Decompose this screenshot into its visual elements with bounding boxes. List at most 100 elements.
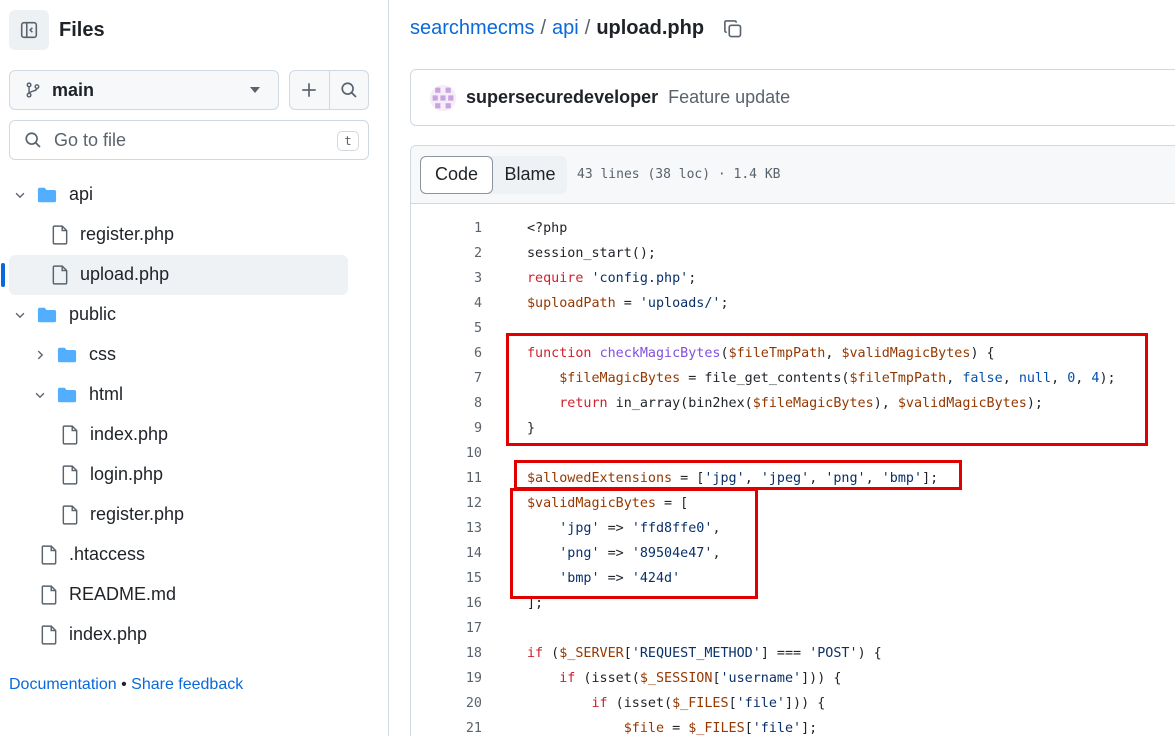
tree-file[interactable]: index.php (0, 615, 389, 655)
tree-item-label: register.php (80, 224, 175, 244)
tab-blame[interactable]: Blame (493, 156, 567, 194)
line-number[interactable]: 9 (411, 421, 482, 436)
code-text: if (isset($_SESSION['username'])) { (559, 671, 842, 686)
tree-folder[interactable]: public (0, 295, 389, 335)
code-text: return in_array(bin2hex($fileMagicBytes)… (559, 396, 1043, 411)
commit-message-link[interactable]: Feature update (668, 87, 790, 108)
code-line: 13 'jpg' => 'ffd8ffe0', (411, 516, 1175, 541)
line-number[interactable]: 2 (411, 246, 482, 261)
line-number[interactable]: 1 (411, 221, 482, 236)
line-number[interactable]: 20 (411, 696, 482, 711)
code-text: 'png' => '89504e47', (559, 546, 721, 561)
share-feedback-link[interactable]: Share feedback (131, 676, 243, 693)
code-line: 5 (411, 316, 1175, 341)
file-icon (39, 585, 59, 605)
chevron-down-icon (250, 87, 260, 93)
line-number[interactable]: 10 (411, 446, 482, 461)
code-line: 12 $validMagicBytes = [ (411, 491, 1175, 516)
tree-file[interactable]: register.php (0, 495, 389, 535)
tree-folder[interactable]: css (0, 335, 389, 375)
file-icon (39, 545, 59, 565)
code-line: 18 if ($_SERVER['REQUEST_METHOD'] === 'PO… (411, 641, 1175, 666)
code-line: 14 'png' => '89504e47', (411, 541, 1175, 566)
tree-file[interactable]: login.php (0, 455, 389, 495)
file-icon (60, 465, 80, 485)
code-line: 3 require 'config.php'; (411, 266, 1175, 291)
line-number[interactable]: 6 (411, 346, 482, 361)
tree-item-label: api (69, 184, 94, 204)
chevron-right-icon[interactable] (32, 347, 48, 363)
code-text: if ($_SERVER['REQUEST_METHOD'] === 'POST… (527, 646, 882, 661)
folder-icon (57, 385, 77, 405)
code-line: 10 (411, 441, 1175, 466)
chevron-down-icon[interactable] (32, 387, 48, 403)
code-line: 20 if (isset($_FILES['file'])) { (411, 691, 1175, 716)
tree-item-label: login.php (90, 464, 164, 484)
file-sidebar: Files main Go to file t api register.php u… (0, 0, 389, 736)
breadcrumb-folder-link[interactable]: api (552, 17, 579, 40)
copy-path-button[interactable] (722, 18, 744, 40)
file-icon (60, 505, 80, 525)
documentation-link[interactable]: Documentation (9, 676, 117, 693)
line-number[interactable]: 18 (411, 646, 482, 661)
footer-bullet: • (121, 676, 127, 693)
line-number[interactable]: 19 (411, 671, 482, 686)
code-line: 7 $fileMagicBytes = file_get_contents($f… (411, 366, 1175, 391)
code-text: if (isset($_FILES['file'])) { (591, 696, 826, 711)
breadcrumb-separator: / (584, 17, 591, 39)
line-number[interactable]: 8 (411, 396, 482, 411)
code-line: 8 return in_array(bin2hex($fileMagicByte… (411, 391, 1175, 416)
tree-file[interactable]: README.md (0, 575, 389, 615)
tree-item-label: .htaccess (69, 544, 146, 564)
search-code-button[interactable] (328, 71, 368, 109)
line-number[interactable]: 3 (411, 271, 482, 286)
code-line: 17 (411, 616, 1175, 641)
tree-file[interactable]: .htaccess (0, 535, 389, 575)
line-number[interactable]: 12 (411, 496, 482, 511)
commit-author-link[interactable]: supersecuredeveloper (466, 87, 658, 108)
search-icon (25, 132, 41, 148)
line-number[interactable]: 7 (411, 371, 482, 386)
avatar[interactable] (430, 84, 456, 111)
code-line: 4 $uploadPath = 'uploads/'; (411, 291, 1175, 316)
breadcrumb: searchmecms / api / upload.php (410, 17, 744, 40)
collapse-sidebar-button[interactable] (9, 10, 49, 50)
tree-file[interactable]: register.php (0, 215, 389, 255)
sidebar-panel-icon (20, 21, 38, 39)
tree-file[interactable]: upload.php (0, 255, 389, 295)
line-number[interactable]: 21 (411, 721, 482, 736)
tree-file[interactable]: index.php (0, 415, 389, 455)
chevron-down-icon[interactable] (12, 307, 28, 323)
code-text: $file = $_FILES['file']; (623, 721, 818, 736)
search-icon (341, 82, 357, 98)
branch-selector[interactable]: main (9, 70, 279, 110)
tree-folder[interactable]: html (0, 375, 389, 415)
line-number[interactable]: 15 (411, 571, 482, 586)
tree-folder[interactable]: api (0, 175, 389, 215)
tree-item-label: html (89, 384, 124, 404)
tab-code[interactable]: Code (420, 155, 493, 194)
line-number[interactable]: 14 (411, 546, 482, 561)
breadcrumb-repo-link[interactable]: searchmecms (410, 17, 534, 40)
folder-icon (57, 345, 77, 365)
file-icon (50, 225, 70, 245)
go-to-file-input[interactable]: Go to file t (9, 120, 369, 160)
code-text: $fileMagicBytes = file_get_contents($fil… (559, 371, 1116, 386)
folder-icon (37, 305, 57, 325)
add-file-button[interactable] (290, 71, 329, 109)
line-number[interactable]: 16 (411, 596, 482, 611)
code-text: session_start(); (527, 246, 656, 261)
chevron-down-icon[interactable] (12, 187, 28, 203)
line-number[interactable]: 4 (411, 296, 482, 311)
code-text: ]; (527, 596, 544, 611)
keyboard-shortcut-badge: t (337, 131, 359, 151)
line-number[interactable]: 11 (411, 471, 482, 486)
code-line: 9} (411, 416, 1175, 441)
git-branch-icon (26, 82, 40, 98)
latest-commit-bar: supersecuredeveloper Feature update (410, 69, 1175, 126)
line-number[interactable]: 5 (411, 321, 482, 336)
sidebar-title: Files (59, 18, 105, 41)
line-number[interactable]: 13 (411, 521, 482, 536)
line-number[interactable]: 17 (411, 621, 482, 636)
tree-item-label: index.php (90, 424, 169, 444)
